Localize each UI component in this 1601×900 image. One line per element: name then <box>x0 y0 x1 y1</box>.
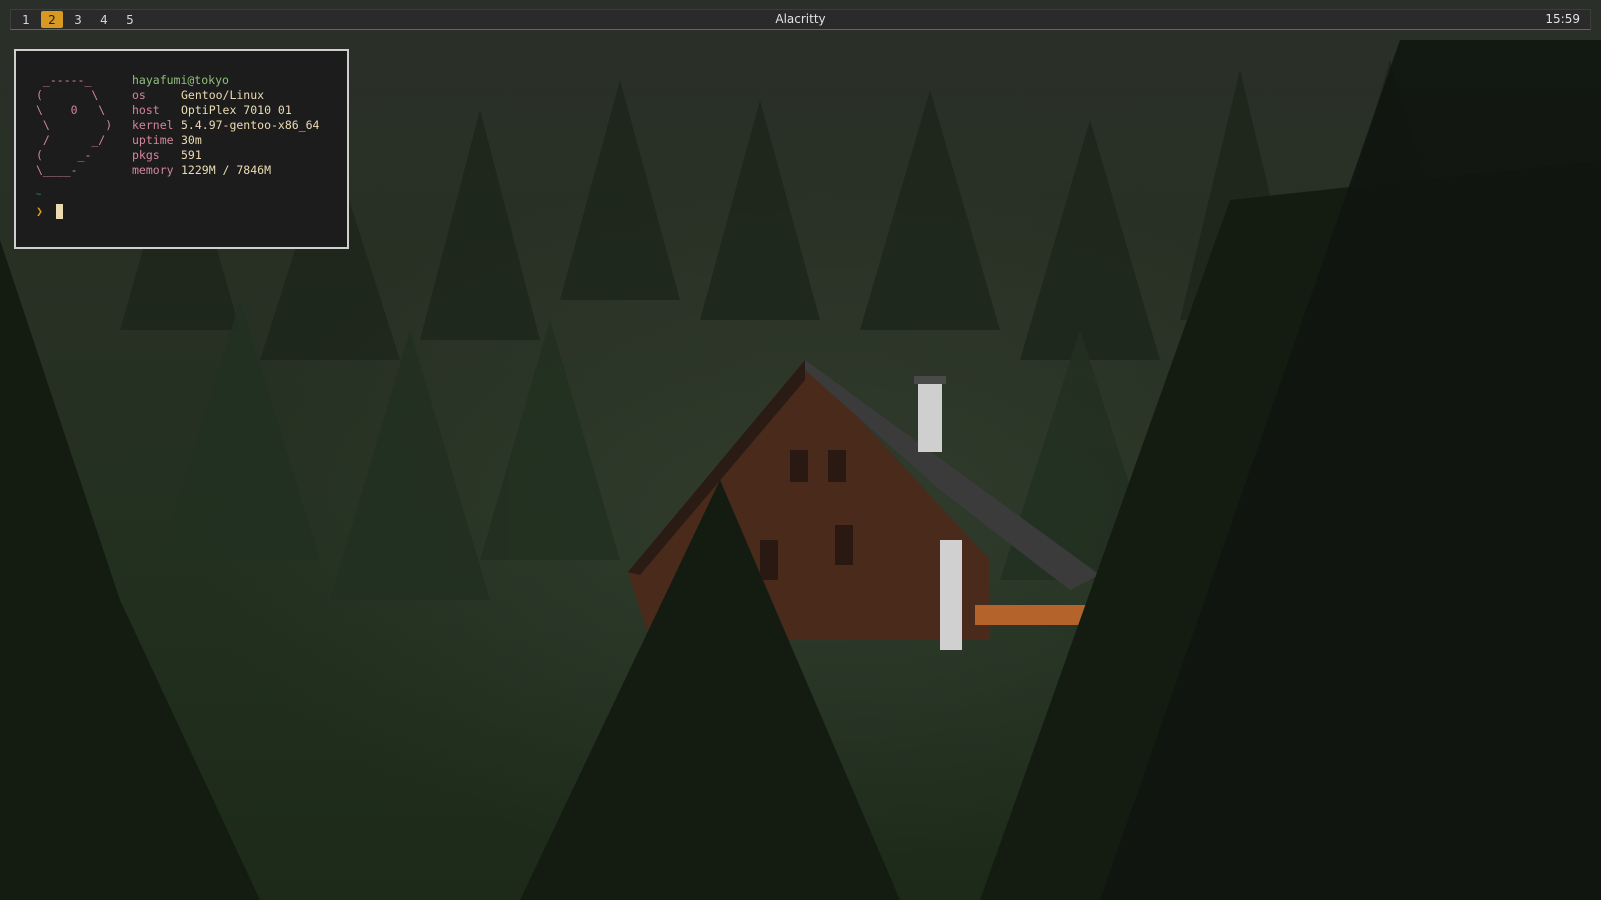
info-key: uptime <box>132 133 174 147</box>
info-key: pkgs <box>132 148 160 162</box>
terminal-window[interactable]: _-----_ ( \ \ 0 \ \ ) / _/ ( _- \____- h… <box>14 49 349 249</box>
info-key: memory <box>132 163 174 177</box>
info-value: Gentoo/Linux <box>181 88 265 102</box>
workspace-2[interactable]: 2 <box>41 11 63 28</box>
info-row-kernel: kernel 5.4.97-gentoo-x86_64 <box>132 118 319 133</box>
info-key: kernel <box>132 118 174 132</box>
clock: 15:59 <box>1545 12 1580 26</box>
workspace-5[interactable]: 5 <box>119 11 141 28</box>
prompt-chevron-icon: ❯ <box>36 204 43 218</box>
desktop: 1 2 3 4 5 Alacritty 15:59 _-----_ ( \ \ … <box>0 0 1601 900</box>
top-bar: 1 2 3 4 5 Alacritty 15:59 <box>10 9 1591 30</box>
user-host: hayafumi@tokyo <box>132 73 229 87</box>
info-value: 30m <box>181 133 202 147</box>
info-row-os: os Gentoo/Linux <box>132 88 319 103</box>
system-info: hayafumi@tokyo os Gentoo/Linux host Opti… <box>132 73 319 178</box>
gentoo-ascii-logo: _-----_ ( \ \ 0 \ \ ) / _/ ( _- \____- <box>36 73 113 177</box>
workspace-1[interactable]: 1 <box>15 11 37 28</box>
cursor-block-icon <box>56 204 63 219</box>
info-value: 5.4.97-gentoo-x86_64 <box>181 118 320 132</box>
info-row-uptime: uptime 30m <box>132 133 319 148</box>
info-value: 1229M / 7846M <box>181 163 272 177</box>
workspace-4[interactable]: 4 <box>93 11 115 28</box>
info-key: os <box>132 88 146 102</box>
prompt-directory: ~ <box>36 190 42 200</box>
info-value: OptiPlex 7010 01 <box>181 103 292 117</box>
window-title: Alacritty <box>775 12 826 26</box>
info-row-host: host OptiPlex 7010 01 <box>132 103 319 118</box>
prompt-line[interactable]: ❯ <box>36 204 63 219</box>
info-key: host <box>132 103 160 117</box>
info-value: 591 <box>181 148 202 162</box>
info-row-pkgs: pkgs 591 <box>132 148 319 163</box>
workspace-list: 1 2 3 4 5 <box>15 10 145 29</box>
workspace-3[interactable]: 3 <box>67 11 89 28</box>
info-row-memory: memory 1229M / 7846M <box>132 163 319 178</box>
